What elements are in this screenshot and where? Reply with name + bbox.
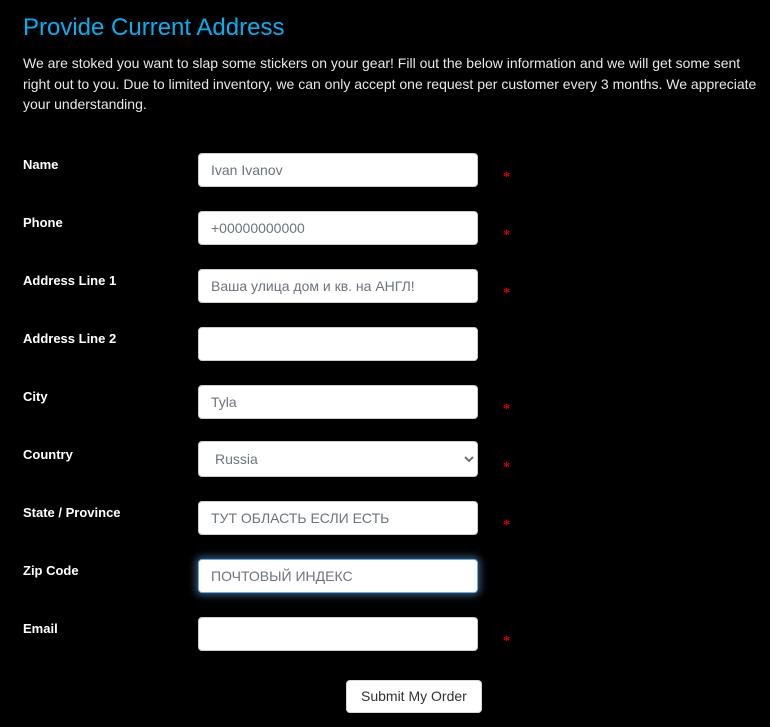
- form-row: Phone *: [0, 203, 770, 261]
- required-asterisk-address-line-1: *: [503, 286, 510, 301]
- form-row: City *: [0, 377, 770, 435]
- control-wrap-state-province: [198, 501, 478, 535]
- label-state-province: State / Province: [23, 505, 121, 520]
- required-asterisk-country: *: [503, 460, 510, 475]
- form-row: State / Province *: [0, 493, 770, 551]
- label-phone: Phone: [23, 215, 63, 230]
- input-address-line-1[interactable]: [198, 269, 478, 303]
- form-row: Email *: [0, 609, 770, 667]
- label-email: Email: [23, 621, 58, 636]
- form-row: Zip Code: [0, 551, 770, 609]
- required-asterisk-phone: *: [503, 228, 510, 243]
- control-wrap-city: [198, 385, 478, 419]
- label-country: Country: [23, 447, 73, 462]
- intro-paragraph: We are stoked you want to slap some stic…: [23, 55, 757, 112]
- page-title: Provide Current Address: [23, 14, 285, 41]
- control-wrap-address-line-2: [198, 327, 478, 361]
- control-wrap-phone: [198, 211, 478, 245]
- required-asterisk-city: *: [503, 402, 510, 417]
- required-asterisk-name: *: [503, 170, 510, 185]
- submit-row: Submit My Order: [0, 667, 770, 727]
- control-wrap-email: [198, 617, 478, 651]
- input-state-province[interactable]: [198, 501, 478, 535]
- label-address-line-2: Address Line 2: [23, 331, 117, 346]
- form-row: Country Russia *: [0, 435, 770, 493]
- label-city: City: [23, 389, 48, 404]
- label-zip-code: Zip Code: [23, 563, 79, 578]
- label-address-line-1: Address Line 1: [23, 273, 117, 288]
- control-wrap-address-line-1: [198, 269, 478, 303]
- submit-order-button[interactable]: Submit My Order: [346, 680, 482, 713]
- form-row: Address Line 1 *: [0, 261, 770, 319]
- input-email[interactable]: [198, 617, 478, 651]
- required-asterisk-state-province: *: [503, 518, 510, 533]
- address-form-page: Provide Current Address We are stoked yo…: [0, 0, 770, 719]
- address-form: Name * Phone * Address Line 1 * Address Line 2…: [0, 145, 770, 727]
- control-wrap-zip-code: [198, 559, 478, 593]
- input-address-line-2[interactable]: [198, 327, 478, 361]
- label-name: Name: [23, 157, 59, 172]
- control-wrap-country: Russia: [198, 441, 478, 477]
- input-city[interactable]: [198, 385, 478, 419]
- input-zip-code[interactable]: [198, 559, 478, 593]
- input-name[interactable]: [198, 153, 478, 187]
- control-wrap-name: [198, 153, 478, 187]
- form-row: Address Line 2: [0, 319, 770, 377]
- form-row: Name *: [0, 145, 770, 203]
- required-asterisk-email: *: [503, 634, 510, 649]
- select-country[interactable]: Russia: [198, 441, 478, 477]
- input-phone[interactable]: [198, 211, 478, 245]
